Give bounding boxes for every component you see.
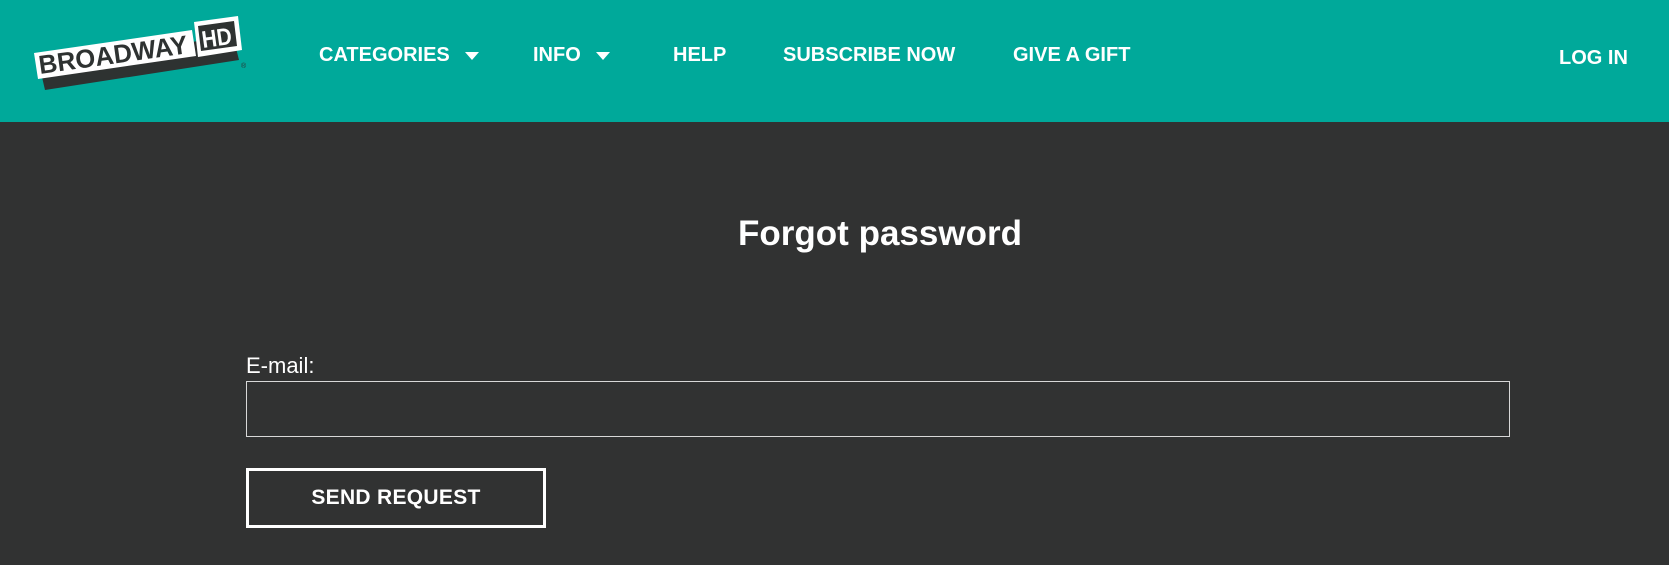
nav-info-label: INFO bbox=[533, 44, 581, 66]
nav-categories[interactable]: CATEGORIES bbox=[319, 40, 479, 70]
login-link[interactable]: LOG IN bbox=[1559, 43, 1628, 73]
logo-text-badge: HD bbox=[200, 23, 233, 54]
broadwayhd-logo-icon: BROADWAY HD ® bbox=[34, 16, 247, 90]
broadwayhd-logo[interactable]: BROADWAY HD ® bbox=[30, 8, 250, 98]
email-field[interactable] bbox=[246, 381, 1510, 437]
logo-trademark: ® bbox=[241, 62, 247, 70]
nav-help[interactable]: HELP bbox=[673, 40, 726, 70]
nav-gift-label: GIVE A GIFT bbox=[1013, 44, 1131, 66]
chevron-down-icon bbox=[595, 52, 610, 60]
page-title: Forgot password bbox=[738, 214, 1022, 253]
send-request-button[interactable]: SEND REQUEST bbox=[246, 468, 546, 528]
nav-subscribe-now[interactable]: SUBSCRIBE NOW bbox=[783, 40, 955, 70]
login-label: LOG IN bbox=[1559, 47, 1628, 69]
site-header: BROADWAY HD ® CATEGORIES INFO HELP SUBSC… bbox=[0, 0, 1669, 122]
nav-categories-label: CATEGORIES bbox=[319, 44, 450, 66]
nav-subscribe-label: SUBSCRIBE NOW bbox=[783, 44, 956, 66]
email-label: E-mail: bbox=[246, 353, 315, 378]
nav-give-a-gift[interactable]: GIVE A GIFT bbox=[1013, 40, 1130, 70]
chevron-down-icon bbox=[464, 52, 479, 60]
nav-info[interactable]: INFO bbox=[533, 40, 610, 70]
nav-help-label: HELP bbox=[673, 44, 727, 66]
